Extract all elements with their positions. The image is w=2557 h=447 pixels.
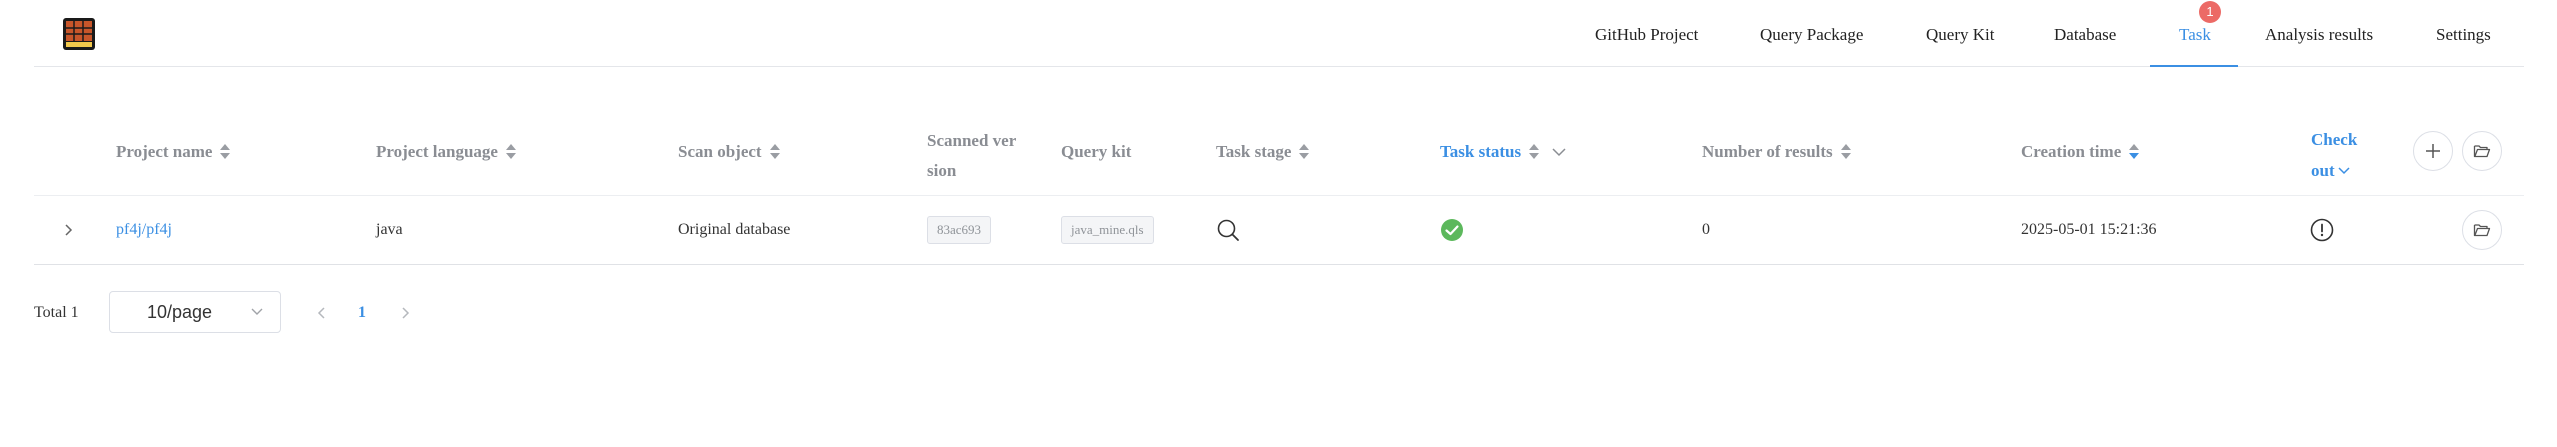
- project-language-cell: java: [376, 221, 403, 238]
- project-name-link[interactable]: pf4j/pf4j: [116, 196, 172, 264]
- success-check-icon: [1441, 219, 1463, 241]
- column-label-line-1: Check: [2311, 130, 2358, 149]
- folder-open-icon: [2473, 224, 2491, 237]
- column-task-status[interactable]: Task status: [1440, 108, 1567, 195]
- next-page-button[interactable]: [400, 291, 410, 336]
- chevron-left-icon: [317, 307, 325, 319]
- column-label: Task status: [1440, 141, 1522, 161]
- add-button[interactable]: [2413, 131, 2453, 171]
- scanned-version-cell: 83ac693: [927, 196, 992, 264]
- column-label: Task stage: [1216, 141, 1292, 161]
- page-size-value: 10/page: [147, 302, 213, 322]
- creation-time-cell: 2025-05-01 15:21:36: [2021, 221, 2157, 238]
- sort-icon[interactable]: [1529, 143, 1540, 161]
- table-row[interactable]: pf4j/pf4j java Original database 83ac693…: [34, 196, 2524, 265]
- query-kit-cell: java_mine.qls: [1061, 196, 1154, 264]
- task-status-cell: [1440, 196, 1464, 264]
- column-label-line-1: Scanned ver: [927, 131, 1017, 150]
- query-kit-tag: java_mine.qls: [1061, 216, 1154, 244]
- sort-icon[interactable]: [1299, 143, 1310, 161]
- scanned-version-tag: 83ac693: [927, 216, 992, 244]
- scan-object-cell: Original database: [678, 221, 791, 238]
- column-scanned-version: Scanned ver sion: [927, 108, 1016, 195]
- open-folder-button[interactable]: [2462, 131, 2502, 171]
- pagination-total: Total 1: [34, 304, 79, 321]
- page-number-1[interactable]: 1: [358, 291, 366, 335]
- sort-icon[interactable]: [505, 143, 516, 161]
- nav-active-underline: [2150, 65, 2238, 67]
- nav-github-project[interactable]: GitHub Project: [1595, 0, 1698, 66]
- alert-circle-icon[interactable]: [2310, 218, 2334, 242]
- column-check-out[interactable]: Check out: [2311, 108, 2357, 195]
- column-task-stage[interactable]: Task stage: [1216, 108, 1310, 195]
- page-size-select[interactable]: 10/page: [109, 291, 281, 333]
- folder-open-icon: [2473, 145, 2491, 158]
- nav-query-kit[interactable]: Query Kit: [1926, 0, 1994, 66]
- nav-query-package[interactable]: Query Package: [1760, 0, 1863, 66]
- nav-database[interactable]: Database: [2054, 0, 2116, 66]
- sort-icon[interactable]: [1840, 143, 1851, 161]
- sort-icon[interactable]: [769, 143, 780, 161]
- column-label: Creation time: [2021, 141, 2122, 161]
- task-stage-cell: [1216, 196, 1240, 264]
- column-query-kit: Query kit: [1061, 108, 1131, 195]
- pagination: Total 1 10/page 1: [34, 291, 634, 335]
- check-out-cell[interactable]: [2310, 196, 2334, 264]
- search-icon: [1217, 219, 1239, 241]
- column-project-name[interactable]: Project name: [116, 108, 231, 195]
- chevron-down-icon: [251, 308, 263, 315]
- column-creation-time[interactable]: Creation time: [2021, 108, 2140, 195]
- nav-settings[interactable]: Settings: [2436, 0, 2491, 66]
- chevron-down-icon[interactable]: [2337, 166, 2351, 175]
- expand-row-chevron-icon[interactable]: [34, 196, 102, 264]
- column-label: Project language: [376, 141, 498, 161]
- sort-icon[interactable]: [220, 143, 231, 161]
- chevron-right-icon: [402, 307, 410, 319]
- column-label-line-2: sion: [927, 161, 957, 180]
- column-number-of-results[interactable]: Number of results: [1702, 108, 1851, 195]
- top-header: GitHub Project Query Package Query Kit D…: [34, 0, 2524, 67]
- prev-page-button[interactable]: [317, 291, 327, 336]
- column-label-line-2: out: [2311, 161, 2335, 180]
- sort-icon[interactable]: [2129, 143, 2140, 161]
- column-project-language[interactable]: Project language: [376, 108, 516, 195]
- column-label: Query kit: [1061, 141, 1132, 161]
- table-header-row: Project name Project language Scan objec…: [34, 108, 2524, 196]
- filter-chevron-down-icon[interactable]: [1551, 147, 1567, 157]
- number-of-results-cell: 0: [1702, 221, 1710, 238]
- column-label: Project name: [116, 141, 213, 161]
- row-open-folder-button[interactable]: [2462, 210, 2502, 250]
- app-logo-icon[interactable]: [62, 17, 96, 51]
- nav-analysis-results[interactable]: Analysis results: [2265, 0, 2373, 66]
- column-label: Scan object: [678, 141, 762, 161]
- task-notification-badge: 1: [2199, 1, 2221, 23]
- column-scan-object[interactable]: Scan object: [678, 108, 780, 195]
- column-label: Number of results: [1702, 141, 1833, 161]
- plus-icon: [2426, 144, 2440, 158]
